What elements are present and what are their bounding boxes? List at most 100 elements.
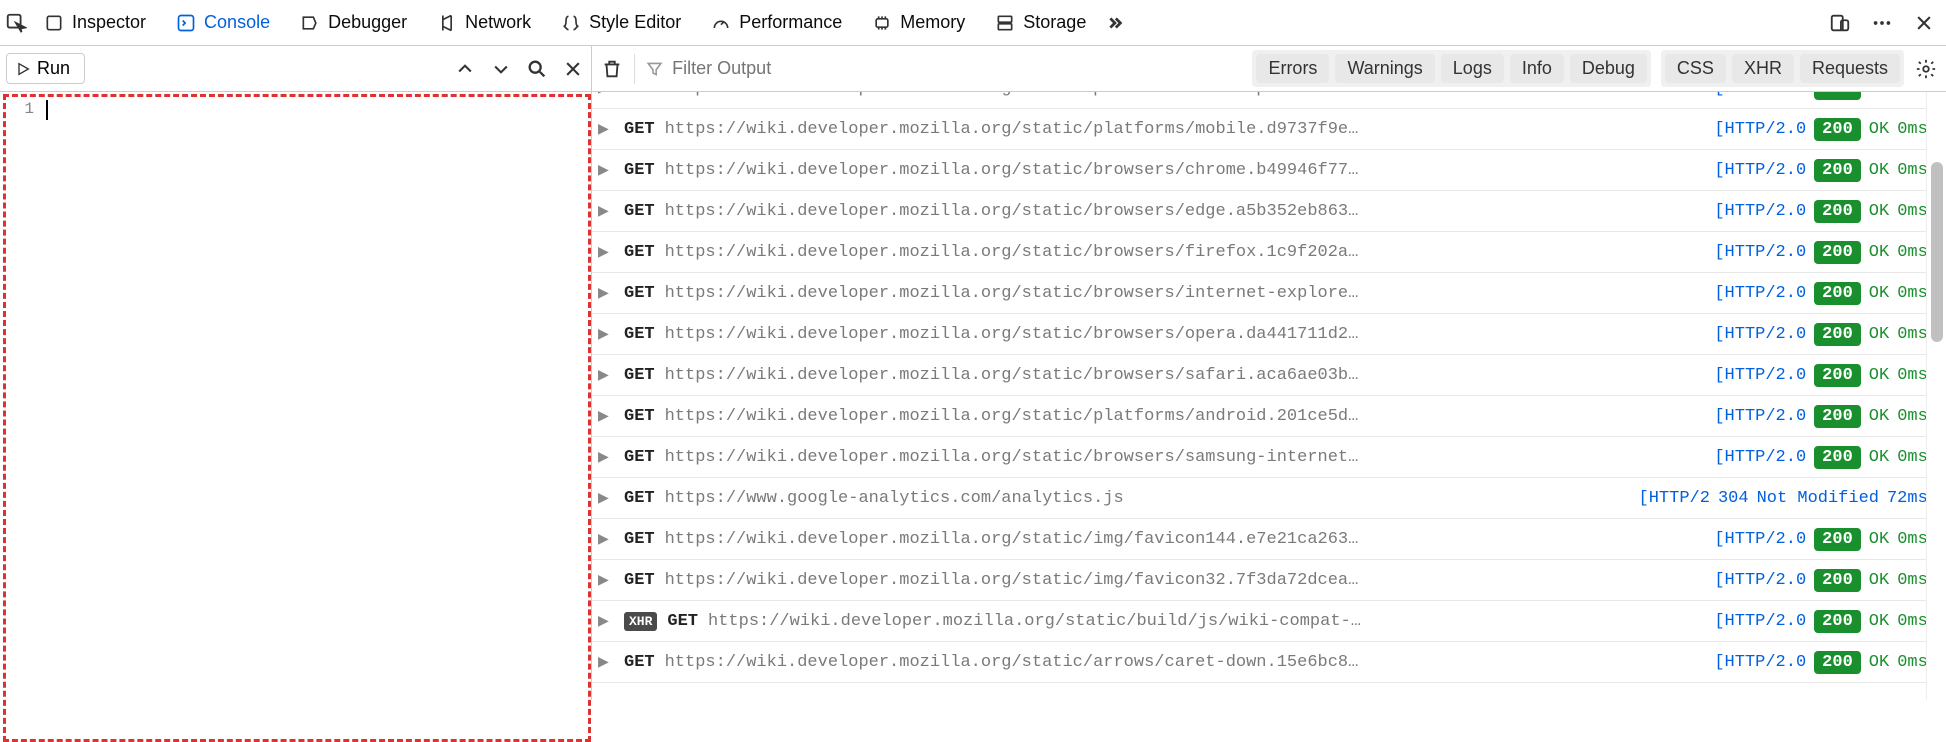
- request-url[interactable]: https://wiki.developer.mozilla.org/stati…: [665, 571, 1705, 590]
- http-method: GET: [624, 202, 655, 221]
- pill-logs[interactable]: Logs: [1441, 54, 1504, 83]
- response-meta: [HTTP/2.0200OK0ms]: [1714, 323, 1938, 346]
- log-row[interactable]: ▶GEThttps://wiki.developer.mozilla.org/s…: [592, 92, 1946, 109]
- tab-memory[interactable]: Memory: [858, 4, 979, 41]
- log-row[interactable]: ▶XHRGEThttps://wiki.developer.mozilla.or…: [592, 601, 1946, 642]
- pill-requests[interactable]: Requests: [1800, 54, 1900, 83]
- disclosure-triangle-icon[interactable]: ▶: [598, 121, 614, 138]
- log-row[interactable]: ▶GEThttps://wiki.developer.mozilla.org/s…: [592, 560, 1946, 601]
- disclosure-triangle-icon[interactable]: ▶: [598, 326, 614, 343]
- request-url[interactable]: https://wiki.developer.mozilla.org/stati…: [665, 161, 1705, 180]
- disclosure-triangle-icon[interactable]: ▶: [598, 162, 614, 179]
- request-url[interactable]: https://www.google-analytics.com/analyti…: [665, 489, 1629, 508]
- request-url[interactable]: https://wiki.developer.mozilla.org/stati…: [665, 325, 1705, 344]
- log-list[interactable]: ▶ GET https://wiki.developer.mozilla.org/s…: [592, 92, 1946, 700]
- pick-element-icon[interactable]: [4, 11, 28, 35]
- tab-debugger[interactable]: Debugger: [286, 4, 421, 41]
- protocol: [HTTP/2.0: [1714, 243, 1806, 262]
- protocol: [HTTP/2.0: [1714, 284, 1806, 303]
- tab-style-editor[interactable]: Style Editor: [547, 4, 695, 41]
- responsive-design-icon[interactable]: [1828, 11, 1852, 35]
- disclosure-triangle-icon[interactable]: ▶: [598, 449, 614, 466]
- code-area[interactable]: [42, 92, 591, 700]
- category-filters: CSS XHR Requests: [1661, 50, 1904, 87]
- response-meta: [HTTP/2.0200OK0ms]: [1714, 92, 1938, 100]
- request-url[interactable]: https://wiki.developer.mozilla.org/stati…: [665, 366, 1705, 385]
- pill-errors[interactable]: Errors: [1256, 54, 1329, 83]
- disclosure-triangle-icon[interactable]: ▶: [598, 490, 614, 507]
- disclosure-triangle-icon[interactable]: ▶: [598, 654, 614, 671]
- log-row[interactable]: ▶GEThttps://wiki.developer.mozilla.org/s…: [592, 355, 1946, 396]
- more-tabs-icon[interactable]: [1102, 11, 1126, 35]
- tab-label: Debugger: [328, 12, 407, 33]
- run-button[interactable]: Run: [6, 53, 85, 84]
- tab-network[interactable]: Network: [423, 4, 545, 41]
- log-row[interactable]: ▶GEThttps://wiki.developer.mozilla.org/s…: [592, 232, 1946, 273]
- pill-css[interactable]: CSS: [1665, 54, 1726, 83]
- close-devtools-icon[interactable]: [1912, 11, 1936, 35]
- request-url[interactable]: https://wiki.developer.mozilla.org/stati…: [665, 92, 1705, 98]
- disclosure-triangle-icon[interactable]: ▶: [598, 367, 614, 384]
- log-row[interactable]: ▶GEThttps://wiki.developer.mozilla.org/s…: [592, 314, 1946, 355]
- tab-storage[interactable]: Storage: [981, 4, 1100, 41]
- disclosure-triangle-icon[interactable]: ▶: [598, 613, 614, 630]
- request-url[interactable]: https://wiki.developer.mozilla.org/stati…: [708, 612, 1704, 631]
- pill-warnings[interactable]: Warnings: [1335, 54, 1434, 83]
- disclosure-triangle-icon[interactable]: ▶: [598, 408, 614, 425]
- code-editor[interactable]: 1: [0, 92, 592, 700]
- http-method: GET: [624, 530, 655, 549]
- pill-info[interactable]: Info: [1510, 54, 1564, 83]
- filter-input[interactable]: [670, 57, 1242, 80]
- status-code: 200: [1814, 159, 1861, 182]
- log-row[interactable]: ▶GEThttps://wiki.developer.mozilla.org/s…: [592, 437, 1946, 478]
- status-text: Not Modified: [1757, 489, 1879, 508]
- clear-console-icon[interactable]: [600, 57, 624, 81]
- log-row[interactable]: ▶GEThttps://wiki.developer.mozilla.org/s…: [592, 150, 1946, 191]
- request-url[interactable]: https://wiki.developer.mozilla.org/stati…: [665, 284, 1705, 303]
- pill-xhr[interactable]: XHR: [1732, 54, 1794, 83]
- disclosure-triangle-icon[interactable]: ▶: [598, 244, 614, 261]
- close-editor-icon[interactable]: [561, 57, 585, 81]
- request-url[interactable]: https://wiki.developer.mozilla.org/stati…: [665, 202, 1705, 221]
- disclosure-triangle-icon[interactable]: ▶: [598, 572, 614, 589]
- reverse-search-icon[interactable]: [525, 57, 549, 81]
- status-text: OK: [1869, 92, 1889, 98]
- scrollbar-thumb[interactable]: [1931, 162, 1943, 342]
- status-code: 200: [1814, 405, 1861, 428]
- filter-output[interactable]: [645, 57, 1242, 80]
- log-row[interactable]: ▶GEThttps://wiki.developer.mozilla.org/s…: [592, 273, 1946, 314]
- log-row[interactable]: ▶GEThttps://wiki.developer.mozilla.org/s…: [592, 109, 1946, 150]
- request-url[interactable]: https://wiki.developer.mozilla.org/stati…: [665, 448, 1705, 467]
- tab-performance[interactable]: Performance: [697, 4, 856, 41]
- pill-debug[interactable]: Debug: [1570, 54, 1647, 83]
- log-row[interactable]: ▶ GET https://wiki.developer.mozilla.org/s…: [592, 519, 1946, 560]
- request-url[interactable]: https://wiki.developer.mozilla.org/stati…: [665, 120, 1705, 139]
- tab-console[interactable]: Console: [162, 4, 284, 41]
- request-url[interactable]: https://wiki.developer.mozilla.org/stati…: [665, 653, 1705, 672]
- disclosure-triangle-icon[interactable]: ▶: [598, 531, 614, 548]
- request-url[interactable]: https://wiki.developer.mozilla.org/stati…: [665, 530, 1705, 549]
- status-text: OK: [1869, 571, 1889, 590]
- request-url[interactable]: https://wiki.developer.mozilla.org/stati…: [665, 243, 1705, 262]
- http-method: GET: [624, 653, 655, 672]
- tab-label: Style Editor: [589, 12, 681, 33]
- scrollbar-track[interactable]: [1926, 92, 1946, 700]
- log-row[interactable]: ▶ GET https://wiki.developer.mozilla.org/s…: [592, 642, 1946, 683]
- history-prev-icon[interactable]: [453, 57, 477, 81]
- multiline-editor-pane: Run 1: [0, 46, 592, 700]
- disclosure-triangle-icon[interactable]: ▶: [598, 203, 614, 220]
- kebab-menu-icon[interactable]: [1870, 11, 1894, 35]
- log-row[interactable]: ▶GEThttps://www.google-analytics.com/ana…: [592, 478, 1946, 519]
- console-settings-icon[interactable]: [1914, 57, 1938, 81]
- history-next-icon[interactable]: [489, 57, 513, 81]
- request-url[interactable]: https://wiki.developer.mozilla.org/stati…: [665, 407, 1705, 426]
- tab-inspector[interactable]: Inspector: [30, 4, 160, 41]
- protocol: [HTTP/2.0: [1714, 653, 1806, 672]
- log-row[interactable]: ▶GEThttps://wiki.developer.mozilla.org/s…: [592, 396, 1946, 437]
- status-code: 200: [1814, 323, 1861, 346]
- protocol: [HTTP/2.0: [1714, 120, 1806, 139]
- disclosure-triangle-icon[interactable]: ▶: [598, 285, 614, 302]
- disclosure-triangle-icon[interactable]: ▶: [598, 92, 614, 97]
- log-row[interactable]: ▶ GET https://wiki.developer.mozilla.org/s…: [592, 191, 1946, 232]
- tab-label: Memory: [900, 12, 965, 33]
